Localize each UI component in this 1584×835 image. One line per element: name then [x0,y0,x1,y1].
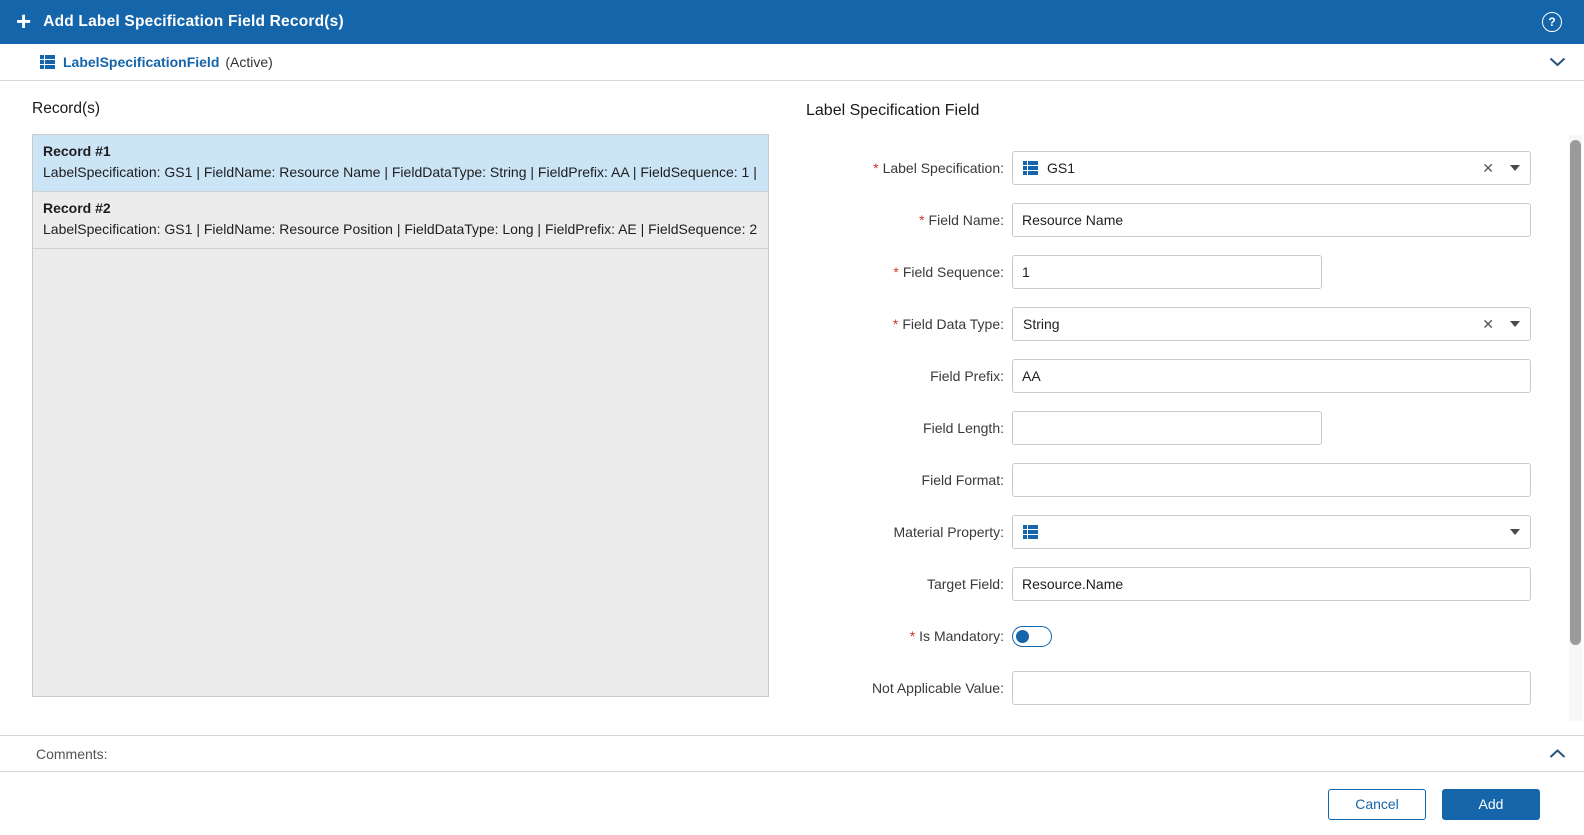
required-marker: * [873,160,879,176]
target-field-input[interactable] [1012,567,1531,601]
form-row-field-sequence: * Field Sequence: [800,255,1531,289]
dropdown-caret-icon[interactable] [1510,321,1520,327]
toggle-knob [1016,629,1029,643]
form-row-field-format: Field Format: [800,463,1531,497]
dialog-header: + Add Label Specification Field Record(s… [0,0,1584,44]
form-row-field-name: * Field Name: [800,203,1531,237]
form-row-field-prefix: Field Prefix: [800,359,1531,393]
material-property-lookup[interactable] [1012,515,1531,549]
field-length-input[interactable] [1012,411,1322,445]
chevron-down-icon[interactable] [1549,57,1566,67]
chevron-up-icon[interactable] [1549,748,1566,759]
records-list: Record #1 LabelSpecification: GS1 | Fiel… [32,134,769,697]
table-icon [1023,161,1038,175]
scrollbar-thumb[interactable] [1570,140,1581,645]
records-panel-title: Record(s) [32,100,101,117]
itemtype-link[interactable]: LabelSpecificationField [63,54,219,70]
clear-icon[interactable]: ✕ [1482,317,1494,331]
dropdown-caret-icon[interactable] [1510,165,1520,171]
record-name: Record #2 [43,200,111,216]
field-label: * Label Specification: [873,160,1004,176]
field-label: * Field Name: [919,212,1004,228]
field-format-input[interactable] [1012,463,1531,497]
form-row-is-mandatory: * Is Mandatory: [800,619,1531,653]
required-marker: * [919,212,925,228]
cancel-button[interactable]: Cancel [1328,788,1426,820]
record-summary: LabelSpecification: GS1 | FieldName: Res… [43,221,758,237]
clear-icon[interactable]: ✕ [1482,161,1494,175]
dropdown-caret-icon[interactable] [1510,529,1520,535]
add-button[interactable]: Add [1442,788,1540,820]
form-row-field-data-type: * Field Data Type: String ✕ [800,307,1531,341]
table-icon [40,55,55,69]
form-row-not-applicable-value: Not Applicable Value: [800,671,1531,705]
field-label: Not Applicable Value: [871,680,1004,696]
required-marker: * [893,264,899,280]
dialog-footer: Cancel Add [0,773,1584,835]
form-title: Label Specification Field [806,102,980,119]
required-marker: * [909,628,916,644]
required-marker: * [892,316,899,332]
field-name-input[interactable] [1012,203,1531,237]
is-mandatory-toggle[interactable] [1012,625,1052,647]
comments-label: Comments: [36,745,108,762]
plus-icon: + [16,5,32,36]
record-name: Record #1 [43,143,111,159]
field-label: Material Property: [893,524,1004,540]
field-prefix-input[interactable] [1012,359,1531,393]
field-data-type-select[interactable]: String ✕ [1012,307,1531,341]
form-row-label-specification: * Label Specification: GS1 ✕ [800,151,1531,185]
itemtype-bar: LabelSpecificationField (Active) [0,44,1584,81]
help-icon[interactable]: ? [1542,12,1562,32]
field-label: * Field Data Type: [892,316,1004,332]
table-icon [1023,525,1038,539]
record-summary: LabelSpecification: GS1 | FieldName: Res… [43,164,757,180]
record-list-item[interactable]: Record #1 LabelSpecification: GS1 | Fiel… [33,135,768,192]
field-label: Target Field: [926,576,1004,592]
record-form: * Label Specification: GS1 ✕ * Field Nam… [800,151,1531,723]
form-row-material-property: Material Property: [800,515,1531,549]
field-label: Field Length: [923,420,1004,436]
form-row-field-length: Field Length: [800,411,1531,445]
form-row-target-field: Target Field: [800,567,1531,601]
status-text: (Active) [225,54,273,70]
select-value: String [1023,316,1060,332]
combobox-value: GS1 [1047,160,1076,176]
field-label: * Field Sequence: [893,264,1004,280]
dialog-title: Add Label Specification Field Record(s) [43,13,344,30]
field-sequence-input[interactable] [1012,255,1322,289]
form-scrollbar[interactable] [1569,135,1582,721]
help-glyph: ? [1548,15,1556,29]
field-label: * Is Mandatory: [909,628,1004,644]
field-label: Field Prefix: [930,368,1004,384]
not-applicable-value-input[interactable] [1012,671,1531,705]
record-list-item[interactable]: Record #2 LabelSpecification: GS1 | Fiel… [33,192,768,249]
comments-section: Comments: [0,735,1584,772]
label-specification-combobox[interactable]: GS1 ✕ [1012,151,1531,185]
field-label: Field Format: [921,472,1004,488]
